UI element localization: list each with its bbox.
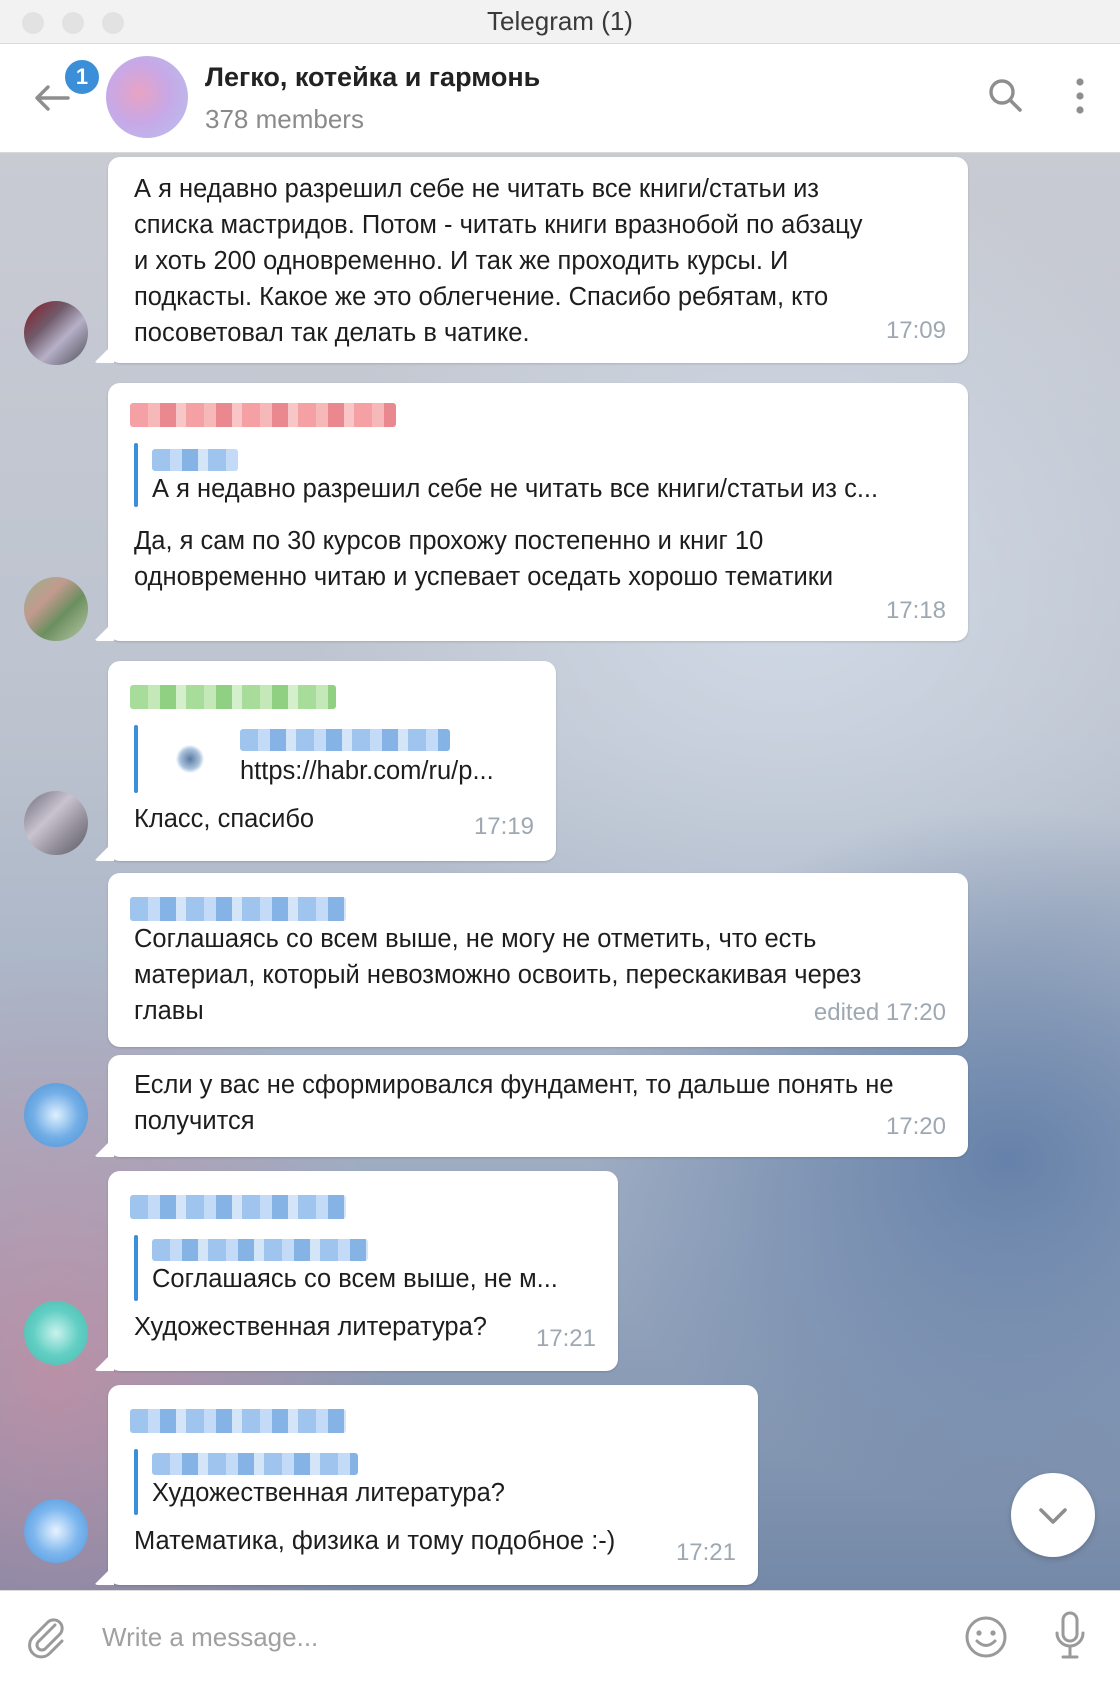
message-time: 17:19: [473, 813, 534, 840]
group-name[interactable]: Легко, котейка и гармонь: [205, 62, 540, 93]
message-time: edited 17:20: [813, 999, 946, 1026]
message-text: Художественная литература?: [134, 1313, 487, 1341]
message-bubble[interactable]: Художественная литература? Математика, ф…: [108, 1385, 758, 1585]
window-title: Telegram (1): [487, 6, 633, 36]
sender-avatar[interactable]: [24, 301, 88, 365]
paperclip-icon: [28, 1618, 64, 1659]
attach-button[interactable]: [22, 1611, 70, 1659]
message-text: Соглашаясь со всем выше, не могу не отме…: [134, 925, 862, 1025]
reply-quote-bar: [134, 1449, 138, 1515]
message-input[interactable]: [100, 1611, 924, 1663]
message-composer: [0, 1590, 1120, 1681]
chat-messages-area[interactable]: А я недавно разрешил себе не читать все …: [0, 153, 1120, 1590]
sender-name[interactable]: [130, 685, 336, 709]
more-button[interactable]: [1068, 74, 1092, 118]
emoji-button[interactable]: [962, 1613, 1010, 1661]
message-bubble[interactable]: Если у вас не сформировался фундамент, т…: [108, 1055, 968, 1157]
sender-name[interactable]: [130, 897, 346, 921]
microphone-icon: [1055, 1611, 1085, 1659]
message-bubble[interactable]: Соглашаясь со всем выше, не могу не отме…: [108, 873, 968, 1047]
unread-badge: 1: [63, 58, 101, 96]
reply-quote-text[interactable]: А я недавно разрешил себе не читать все …: [152, 475, 878, 504]
zoom-window-button[interactable]: [102, 12, 124, 34]
reply-quote-text[interactable]: Соглашаясь со всем выше, не м...: [152, 1265, 558, 1294]
sender-avatar[interactable]: [24, 1301, 88, 1365]
group-avatar[interactable]: [106, 56, 188, 138]
scroll-to-bottom-button[interactable]: [1011, 1473, 1095, 1557]
search-button[interactable]: [984, 74, 1028, 118]
reply-quote-bar: [134, 443, 138, 507]
sender-name[interactable]: [130, 1195, 346, 1219]
message-bubble[interactable]: Соглашаясь со всем выше, не м... Художес…: [108, 1171, 618, 1371]
message-text: А я недавно разрешил себе не читать все …: [134, 175, 863, 347]
emoji-icon: [965, 1616, 1007, 1658]
message-time: 17:20: [885, 1113, 946, 1140]
reply-quote-text[interactable]: Художественная литература?: [152, 1479, 505, 1508]
message-text: Да, я сам по 30 курсов прохожу постепенн…: [134, 527, 834, 591]
message-bubble[interactable]: https://habr.com/ru/p... Класс, спасибо …: [108, 661, 556, 861]
link-site-name: [240, 729, 450, 751]
sender-avatar[interactable]: [24, 1083, 88, 1147]
message-text: Класс, спасибо: [134, 805, 315, 833]
group-members-count: 378 members: [205, 104, 364, 134]
message-bubble[interactable]: А я недавно разрешил себе не читать все …: [108, 157, 968, 363]
window-controls: [22, 12, 124, 34]
message-time: 17:09: [885, 317, 946, 344]
sender-avatar[interactable]: [24, 791, 88, 855]
message-bubble[interactable]: А я недавно разрешил себе не читать все …: [108, 383, 968, 641]
message-text: Если у вас не сформировался фундамент, т…: [134, 1071, 894, 1135]
search-icon: [989, 79, 1022, 112]
message-time: 17:21: [675, 1539, 736, 1566]
sender-avatar[interactable]: [24, 577, 88, 641]
link-preview-bar: [134, 725, 138, 793]
close-window-button[interactable]: [22, 12, 44, 34]
message-time: 17:21: [535, 1325, 596, 1352]
minimize-window-button[interactable]: [62, 12, 84, 34]
message-text: Математика, физика и тому подобное :-): [134, 1527, 616, 1555]
reply-sender-name: [152, 1239, 368, 1261]
chevron-down-icon: [1039, 1508, 1067, 1524]
sender-name[interactable]: [130, 403, 396, 427]
voice-message-button[interactable]: [1052, 1609, 1088, 1663]
chat-header: 1 Легко, котейка и гармонь 378 members: [0, 44, 1120, 153]
window-titlebar: Telegram (1): [0, 0, 1120, 44]
sender-avatar[interactable]: [24, 1499, 88, 1563]
reply-sender-name: [152, 1453, 358, 1475]
reply-sender-name: [152, 449, 238, 471]
link-preview-url[interactable]: https://habr.com/ru/p...: [240, 757, 494, 786]
message-time: 17:18: [885, 597, 946, 624]
link-thumbnail: [176, 745, 204, 773]
more-vertical-icon: [1076, 78, 1084, 114]
sender-name[interactable]: [130, 1409, 346, 1433]
reply-quote-bar: [134, 1235, 138, 1301]
